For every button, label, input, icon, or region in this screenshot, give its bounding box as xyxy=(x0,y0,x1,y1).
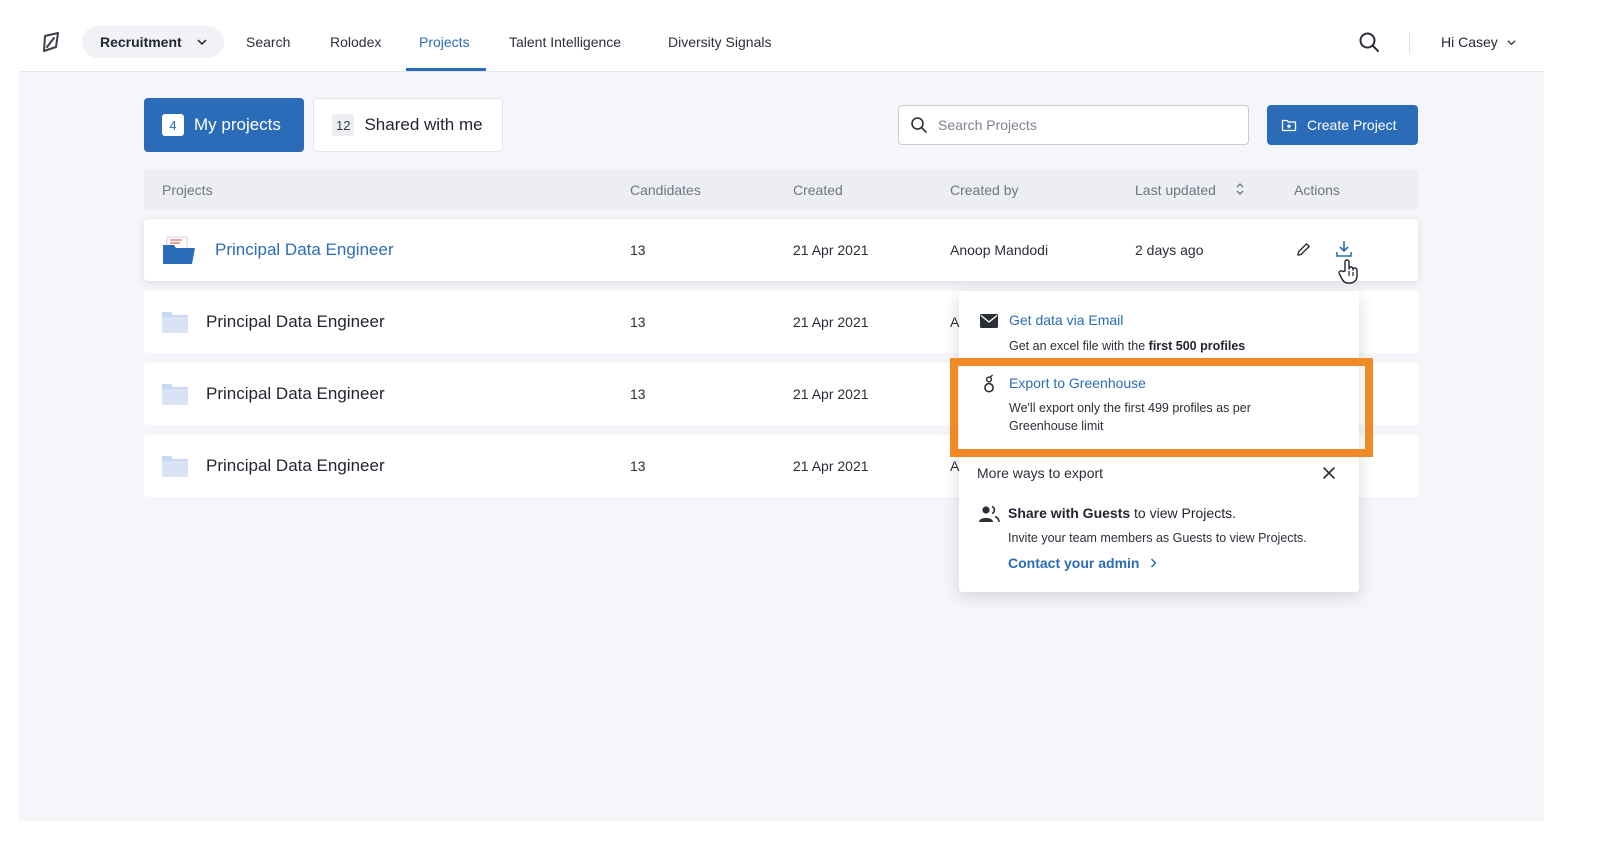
column-header-projects: Projects xyxy=(162,182,213,198)
chevron-down-icon xyxy=(1507,39,1516,45)
workspace-selector[interactable]: Recruitment xyxy=(82,26,224,58)
tab-shared-with-me[interactable]: 12 Shared with me xyxy=(313,98,503,152)
create-project-button[interactable]: Create Project xyxy=(1267,105,1418,145)
share-guests-description: Invite your team members as Guests to vi… xyxy=(1008,531,1307,545)
project-name[interactable]: Principal Data Engineer xyxy=(206,456,385,476)
open-folder-icon xyxy=(163,236,195,264)
mail-icon xyxy=(980,314,998,328)
tab-my-projects[interactable]: 4 My projects xyxy=(144,98,304,152)
nav-item-rolodex[interactable]: Rolodex xyxy=(330,34,381,50)
tab-label: My projects xyxy=(194,115,281,134)
chevron-right-icon xyxy=(1151,558,1158,568)
my-projects-count-badge: 4 xyxy=(162,114,184,136)
contact-admin-link[interactable]: Contact your admin xyxy=(1008,555,1158,571)
active-nav-indicator xyxy=(406,68,486,71)
add-folder-icon xyxy=(1281,119,1297,132)
search-icon xyxy=(911,117,927,133)
project-name[interactable]: Principal Data Engineer xyxy=(206,312,385,332)
folder-icon xyxy=(162,456,188,477)
created-by: Anoop Mandodi xyxy=(950,242,1049,258)
folder-icon xyxy=(162,384,188,405)
created-date: 21 Apr 2021 xyxy=(793,386,869,402)
menu-item-email-export[interactable]: Get data via Email Get an excel file wit… xyxy=(959,307,1359,365)
nav-item-talent-intelligence[interactable]: Talent Intelligence xyxy=(509,34,621,50)
folder-icon xyxy=(162,312,188,333)
share-guests-title: Share with Guests to view Projects. xyxy=(1008,505,1236,521)
last-updated: 2 days ago xyxy=(1135,242,1204,258)
candidates-count: 13 xyxy=(630,242,646,258)
hand-cursor-icon xyxy=(1338,259,1358,284)
column-header-created: Created xyxy=(793,182,843,198)
nav-item-search[interactable]: Search xyxy=(246,34,290,50)
candidates-count: 13 xyxy=(630,314,646,330)
created-date: 21 Apr 2021 xyxy=(793,242,869,258)
user-greeting: Hi Casey xyxy=(1441,34,1498,50)
column-header-last-updated[interactable]: Last updated xyxy=(1135,182,1216,198)
created-by: A xyxy=(950,458,960,474)
close-icon[interactable] xyxy=(1321,465,1337,481)
app-frame: Recruitment Search Rolodex Projects Tale… xyxy=(19,0,1544,821)
search-projects-input[interactable] xyxy=(938,117,1228,133)
created-by: A xyxy=(950,314,960,330)
chevron-down-icon xyxy=(197,39,207,46)
table-row[interactable]: Principal Data Engineer 13 21 Apr 2021 A… xyxy=(144,219,1418,281)
created-date: 21 Apr 2021 xyxy=(793,458,869,474)
column-header-actions: Actions xyxy=(1294,182,1340,198)
column-header-candidates: Candidates xyxy=(630,182,701,198)
nav-item-diversity-signals[interactable]: Diversity Signals xyxy=(668,34,771,50)
more-ways-heading: More ways to export xyxy=(977,465,1104,481)
project-name[interactable]: Principal Data Engineer xyxy=(206,384,385,404)
tab-label: Shared with me xyxy=(364,115,483,134)
candidates-count: 13 xyxy=(630,458,646,474)
contact-admin-label: Contact your admin xyxy=(1008,555,1140,571)
users-icon xyxy=(979,505,1000,523)
project-name-link[interactable]: Principal Data Engineer xyxy=(215,240,394,260)
workspace-label: Recruitment xyxy=(100,34,182,50)
candidates-count: 13 xyxy=(630,386,646,402)
app-logo-icon[interactable] xyxy=(39,30,63,54)
email-export-description: Get an excel file with the first 500 pro… xyxy=(1009,339,1246,353)
table-header: Projects Candidates Created Created by L… xyxy=(144,170,1418,210)
sort-icon[interactable] xyxy=(1234,182,1246,196)
greenhouse-highlight-box xyxy=(950,358,1373,457)
edit-pencil-icon[interactable] xyxy=(1295,241,1312,258)
create-project-label: Create Project xyxy=(1307,117,1397,133)
search-projects-field[interactable] xyxy=(898,105,1249,145)
search-icon[interactable] xyxy=(1357,30,1381,54)
shared-count-badge: 12 xyxy=(332,114,355,136)
download-icon[interactable] xyxy=(1334,239,1354,259)
nav-item-projects[interactable]: Projects xyxy=(419,34,470,50)
user-menu[interactable]: Hi Casey xyxy=(1441,34,1517,50)
created-date: 21 Apr 2021 xyxy=(793,314,869,330)
nav-divider xyxy=(1409,32,1410,54)
column-header-created-by: Created by xyxy=(950,182,1019,198)
email-export-title: Get data via Email xyxy=(1009,312,1124,328)
top-navigation-bar: Recruitment Search Rolodex Projects Tale… xyxy=(19,0,1544,72)
